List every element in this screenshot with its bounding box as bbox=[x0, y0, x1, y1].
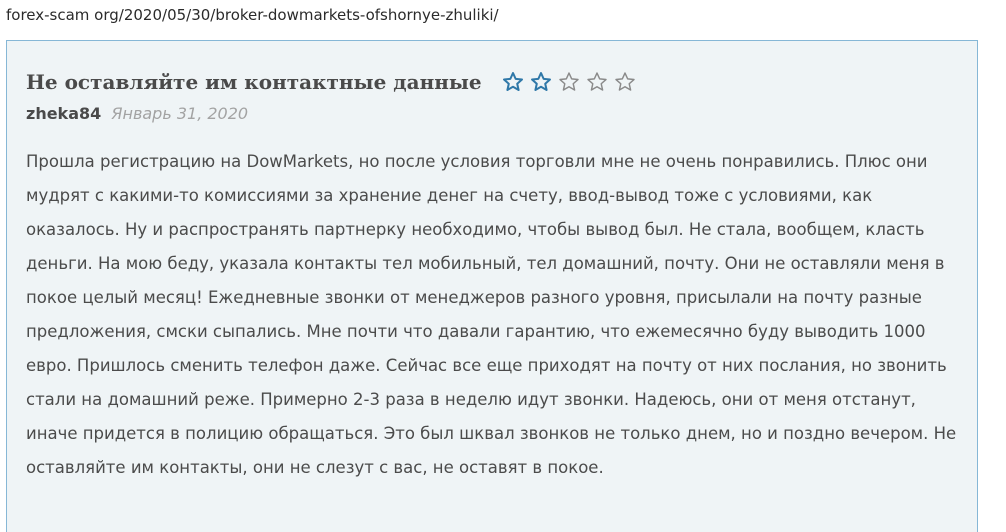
review-date: Январь 31, 2020 bbox=[111, 104, 249, 123]
star-outline-icon bbox=[614, 71, 636, 93]
review-title: Не оставляйте им контактные данные bbox=[26, 70, 482, 94]
star-rating bbox=[502, 71, 642, 93]
star-filled-icon bbox=[530, 71, 552, 93]
review-header: Не оставляйте им контактные данные bbox=[26, 65, 642, 99]
star-filled-icon bbox=[502, 71, 524, 93]
review-meta: zheka84 Январь 31, 2020 bbox=[26, 101, 248, 127]
star-outline-icon bbox=[558, 71, 580, 93]
page-url: forex-scam org/2020/05/30/broker-dowmark… bbox=[6, 6, 499, 24]
review-card: Не оставляйте им контактные данные zheka… bbox=[6, 40, 978, 532]
review-text: Прошла регистрацию на DowMarkets, но пос… bbox=[26, 152, 957, 477]
star-outline-icon bbox=[586, 71, 608, 93]
review-author: zheka84 bbox=[26, 104, 102, 123]
